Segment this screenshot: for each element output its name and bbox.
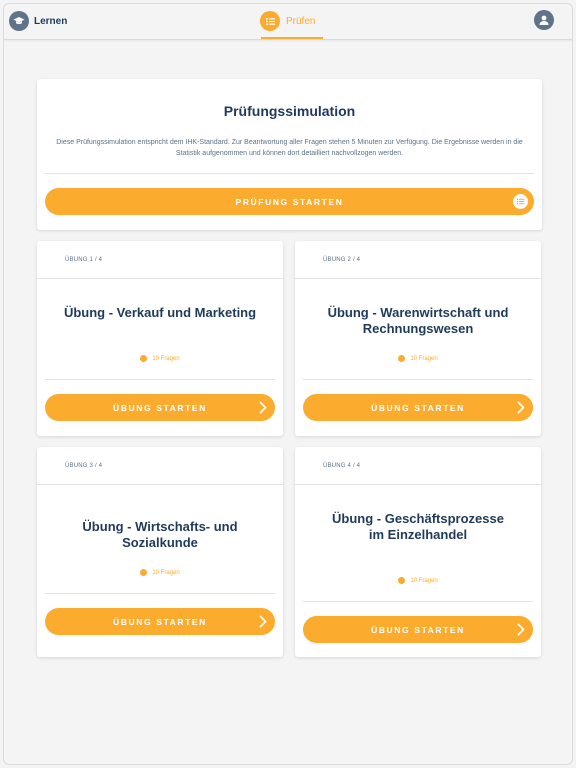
nav-test-tab[interactable]: Prüfen	[260, 10, 315, 32]
chevron-right-icon	[259, 401, 267, 414]
exercise-tag: ÜBUNG 1 / 4	[65, 257, 103, 263]
divider	[45, 593, 275, 594]
nav-learn-label: Lernen	[34, 15, 68, 27]
exercise-tag: ÜBUNG 2 / 4	[323, 257, 361, 263]
exercise-card-3: ÜBUNG 3 / 4 Übung - Wirtschafts- und Soz…	[37, 447, 283, 657]
start-exercise-label: ÜBUNG STARTEN	[371, 402, 465, 413]
exercise-title: Übung - Verkauf und Marketing	[63, 305, 257, 320]
graduation-cap-icon	[9, 11, 29, 31]
exam-description: Diese Prüfungssimulation entspricht dem …	[56, 139, 523, 157]
exercise-card-2: ÜBUNG 2 / 4 Übung - Warenwirtschaft und …	[295, 241, 541, 436]
profile-button[interactable]	[534, 10, 554, 30]
question-count: 10 Fragen	[295, 577, 541, 584]
list-icon	[260, 11, 280, 31]
chevron-right-icon	[259, 615, 267, 628]
top-nav-bar: Lernen Prüfen	[4, 4, 572, 40]
start-exercise-label: ÜBUNG STARTEN	[113, 616, 207, 627]
active-tab-indicator	[261, 37, 323, 39]
question-count-label: 10 Fragen	[152, 355, 180, 362]
question-count: 10 Fragen	[37, 355, 283, 362]
exam-simulation-card: Prüfungssimulation Diese Prüfungssimulat…	[37, 79, 542, 230]
exercise-title: Übung - Geschäftsprozesse im Einzelhande…	[332, 511, 504, 542]
question-count: 10 Fragen	[295, 355, 541, 362]
question-count: 10 Fragen	[37, 569, 283, 576]
app-frame: Lernen Prüfen Prüfungssimulation Diese P…	[3, 3, 573, 765]
user-icon	[534, 10, 554, 30]
divider	[303, 379, 533, 380]
divider	[295, 278, 541, 279]
chevron-right-icon	[517, 623, 525, 636]
divider	[45, 173, 534, 174]
start-exam-label: PRÜFUNG STARTEN	[235, 196, 344, 207]
start-exercise-button[interactable]: ÜBUNG STARTEN	[45, 394, 275, 421]
divider	[37, 484, 283, 485]
exercise-card-4: ÜBUNG 4 / 4 Übung - Geschäftsprozesse im…	[295, 447, 541, 657]
nav-learn-tab[interactable]: Lernen	[9, 10, 67, 32]
count-dot-icon	[398, 577, 406, 584]
start-exercise-button[interactable]: ÜBUNG STARTEN	[303, 394, 533, 421]
divider	[295, 484, 541, 485]
exercise-tag: ÜBUNG 4 / 4	[323, 463, 361, 469]
chevron-right-icon	[517, 401, 525, 414]
start-exercise-label: ÜBUNG STARTEN	[371, 624, 465, 635]
divider	[37, 278, 283, 279]
start-exam-button[interactable]: PRÜFUNG STARTEN	[45, 188, 534, 215]
nav-test-label: Prüfen	[286, 15, 316, 27]
exercise-tag: ÜBUNG 3 / 4	[65, 463, 103, 469]
exam-title: Prüfungssimulation	[223, 103, 356, 119]
count-dot-icon	[398, 355, 406, 362]
start-exercise-label: ÜBUNG STARTEN	[113, 402, 207, 413]
exercise-title: Übung - Warenwirtschaft und Rechnungswes…	[327, 305, 509, 336]
question-count-label: 10 Fragen	[410, 577, 438, 584]
exercise-card-1: ÜBUNG 1 / 4 Übung - Verkauf und Marketin…	[37, 241, 283, 436]
list-icon	[513, 194, 528, 209]
divider	[303, 601, 533, 602]
start-exercise-button[interactable]: ÜBUNG STARTEN	[303, 616, 533, 643]
exercise-title: Übung - Wirtschafts- und Sozialkunde	[82, 519, 238, 550]
question-count-label: 10 Fragen	[410, 355, 438, 362]
count-dot-icon	[140, 355, 148, 362]
start-exercise-button[interactable]: ÜBUNG STARTEN	[45, 608, 275, 635]
question-count-label: 10 Fragen	[152, 569, 180, 576]
divider	[45, 379, 275, 380]
count-dot-icon	[140, 569, 148, 576]
